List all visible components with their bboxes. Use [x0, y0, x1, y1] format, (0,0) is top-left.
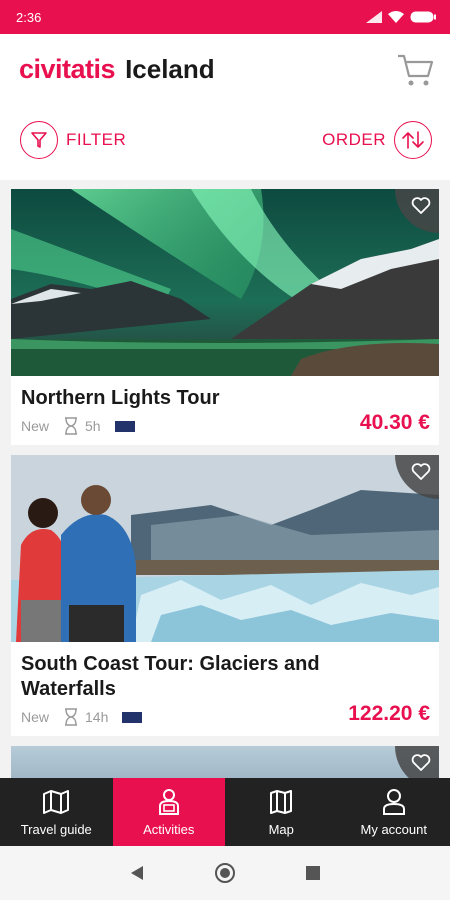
- bottom-navigation: Travel guide Activities Map My account: [0, 778, 450, 846]
- nav-map[interactable]: Map: [225, 778, 338, 846]
- battery-icon: [410, 11, 436, 23]
- recents-icon[interactable]: [306, 866, 320, 880]
- card-body: Northern Lights Tour New 5h 40.30 €: [11, 376, 439, 445]
- glacier-photo[interactable]: [11, 455, 439, 642]
- price: 122.20 €: [348, 702, 430, 725]
- order-label: ORDER: [322, 130, 386, 149]
- card-body: South Coast Tour: Glaciers and Waterfall…: [11, 642, 439, 736]
- nav-label: My account: [360, 821, 427, 837]
- activity-card[interactable]: Northern Lights Tour New 5h 40.30 €: [11, 189, 439, 445]
- duration: 5h: [85, 418, 101, 434]
- nav-label: Activities: [143, 821, 195, 837]
- filter-button[interactable]: FILTER: [20, 121, 126, 159]
- new-badge: New: [21, 418, 50, 434]
- cart-icon[interactable]: [396, 52, 434, 88]
- map-icon: [270, 789, 293, 814]
- status-bar: 2:36: [0, 0, 450, 34]
- order-button[interactable]: ORDER: [322, 121, 432, 159]
- sort-arrows-icon: [394, 121, 432, 159]
- back-icon[interactable]: [130, 865, 144, 881]
- hourglass-icon: [65, 417, 78, 435]
- map-book-icon: [43, 789, 70, 814]
- funnel-icon: [20, 121, 58, 159]
- status-icons: [366, 11, 436, 23]
- northern-lights-photo[interactable]: [11, 189, 439, 376]
- nav-travel-guide[interactable]: Travel guide: [0, 778, 113, 846]
- civitatis-logo: civitatis: [19, 54, 116, 84]
- duration: 14h: [85, 709, 109, 725]
- uk-flag-icon: [114, 420, 135, 432]
- home-icon[interactable]: [214, 862, 236, 884]
- wifi-icon: [388, 11, 404, 23]
- heart-icon: [411, 754, 431, 771]
- nav-my-account[interactable]: My account: [338, 778, 450, 846]
- new-badge: New: [21, 709, 50, 725]
- heart-icon: [411, 197, 431, 214]
- activities-icon: [158, 788, 179, 815]
- signal-icon: [366, 11, 382, 23]
- activity-title[interactable]: Northern Lights Tour: [21, 386, 429, 411]
- filter-label: FILTER: [66, 130, 127, 149]
- system-navigation: [0, 846, 450, 900]
- activity-card[interactable]: South Coast Tour: Glaciers and Waterfall…: [11, 455, 439, 736]
- user-icon: [382, 788, 405, 815]
- heart-icon: [411, 463, 431, 480]
- price: 40.30 €: [359, 411, 430, 434]
- brand: civitatis Iceland: [19, 54, 215, 85]
- app-header: civitatis Iceland FILTER ORDER: [0, 34, 450, 180]
- city-title: Iceland: [125, 54, 215, 84]
- hourglass-icon: [65, 708, 78, 726]
- filter-row: FILTER ORDER: [20, 120, 432, 160]
- nav-activities[interactable]: Activities: [112, 778, 225, 846]
- activity-title[interactable]: South Coast Tour: Glaciers and Waterfall…: [21, 652, 401, 702]
- nav-label: Travel guide: [20, 821, 92, 837]
- activity-list: Northern Lights Tour New 5h 40.30 € Sout…: [11, 189, 439, 796]
- status-time: 2:36: [16, 9, 42, 25]
- uk-flag-icon: [122, 711, 143, 723]
- nav-label: Map: [268, 821, 294, 837]
